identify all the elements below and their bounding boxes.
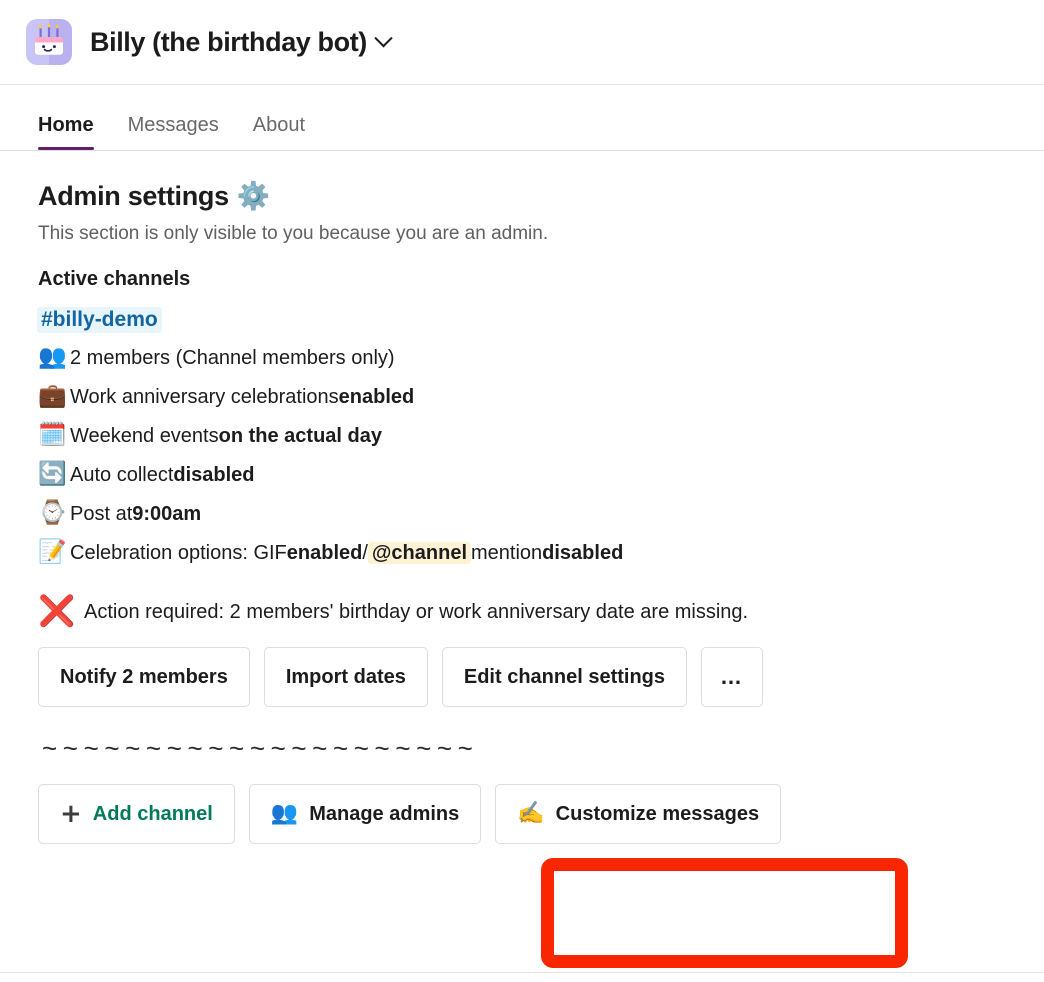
detail-row-post-time: ⌚ Post at 9:00am — [38, 494, 1006, 533]
action-button-row: Notify 2 members Import dates Edit chann… — [38, 647, 1006, 707]
tab-messages[interactable]: Messages — [128, 114, 219, 150]
mention-value: disabled — [542, 541, 624, 564]
detail-row-weekend-events: 🗓️ Weekend events on the actual day — [38, 416, 1006, 455]
manage-admins-button[interactable]: 👥 Manage admins — [248, 784, 482, 844]
detail-text: Auto collect — [70, 463, 174, 486]
import-dates-button[interactable]: Import dates — [263, 647, 428, 707]
action-required-notice: ❌ Action required: 2 members' birthday o… — [38, 597, 1006, 627]
detail-row-work-anniversary: 💼 Work anniversary celebrations enabled — [38, 377, 1006, 416]
plus-icon: + — [60, 798, 82, 829]
detail-text: Work anniversary celebrations — [70, 385, 339, 408]
tab-bar: Home Messages About — [0, 85, 1044, 151]
more-options-button[interactable]: … — [701, 647, 763, 707]
admin-settings-section: Admin settings ⚙️ This section is only v… — [0, 151, 1044, 844]
memo-emoji: 📝 — [38, 539, 67, 565]
bottom-divider — [0, 972, 1044, 973]
customize-messages-label: Customize messages — [555, 802, 760, 825]
detail-value: 9:00am — [132, 502, 202, 525]
tab-about[interactable]: About — [253, 114, 305, 150]
customize-messages-button[interactable]: ✍️ Customize messages — [495, 784, 782, 844]
detail-row-members: 👥 2 members (Channel members only) — [38, 338, 1006, 377]
channel-detail-list: 👥 2 members (Channel members only) 💼 Wor… — [38, 338, 1006, 572]
admin-subtitle: This section is only visible to you beca… — [38, 223, 549, 244]
gear-emoji: ⚙️ — [236, 181, 271, 212]
page-title-text: Admin settings — [38, 181, 229, 211]
add-channel-label: Add channel — [92, 802, 213, 825]
watch-emoji: ⌚ — [38, 500, 67, 526]
annotation-highlight-box — [541, 858, 908, 968]
tilde-divider: ~~~~~~~~~~~~~~~~~~~~~ — [42, 733, 479, 763]
active-channels-heading: Active channels — [38, 268, 191, 290]
app-header: Billy (the birthday bot) — [0, 0, 1044, 85]
manage-admins-label: Manage admins — [309, 802, 460, 825]
add-channel-button[interactable]: + Add channel — [38, 784, 235, 844]
auto-collect-emoji: 🔄 — [38, 461, 67, 487]
writing-hand-emoji: ✍️ — [517, 801, 545, 826]
action-required-text: Action required: 2 members' birthday or … — [84, 600, 749, 623]
detail-row-auto-collect: 🔄 Auto collect disabled — [38, 455, 1006, 494]
page-title: Admin settings ⚙️ — [38, 181, 1006, 212]
detail-text: 2 members (Channel members only) — [70, 346, 395, 369]
members-emoji: 👥 — [38, 344, 67, 370]
footer-button-row: + Add channel 👥 Manage admins ✍️ Customi… — [38, 784, 1006, 844]
detail-row-celebration-options: 📝 Celebration options: GIF enabled / @ch… — [38, 533, 1006, 572]
detail-text: mention — [471, 541, 543, 564]
tab-home[interactable]: Home — [38, 114, 94, 150]
edit-channel-settings-button[interactable]: Edit channel settings — [441, 647, 688, 707]
channel-link-billy-demo[interactable]: #billy-demo — [37, 307, 162, 333]
app-title: Billy (the birthday bot) — [90, 26, 367, 57]
notify-members-button[interactable]: Notify 2 members — [38, 647, 250, 707]
detail-text: Post at — [70, 502, 133, 525]
channel-mention-badge: @channel — [367, 541, 471, 564]
cross-mark-emoji: ❌ — [38, 594, 76, 629]
members-emoji: 👥 — [270, 801, 299, 826]
calendar-emoji: 🗓️ — [38, 422, 67, 448]
detail-text: Weekend events — [70, 424, 219, 447]
gif-value: enabled — [286, 541, 363, 564]
detail-value: enabled — [338, 385, 415, 408]
chevron-down-icon[interactable] — [374, 28, 393, 47]
detail-text: Celebration options: GIF — [70, 541, 287, 564]
ellipsis-icon: … — [720, 664, 744, 690]
briefcase-emoji: 💼 — [38, 383, 67, 409]
birthday-cake-app-icon — [26, 19, 72, 65]
detail-value: disabled — [173, 463, 255, 486]
detail-value: on the actual day — [218, 424, 382, 447]
